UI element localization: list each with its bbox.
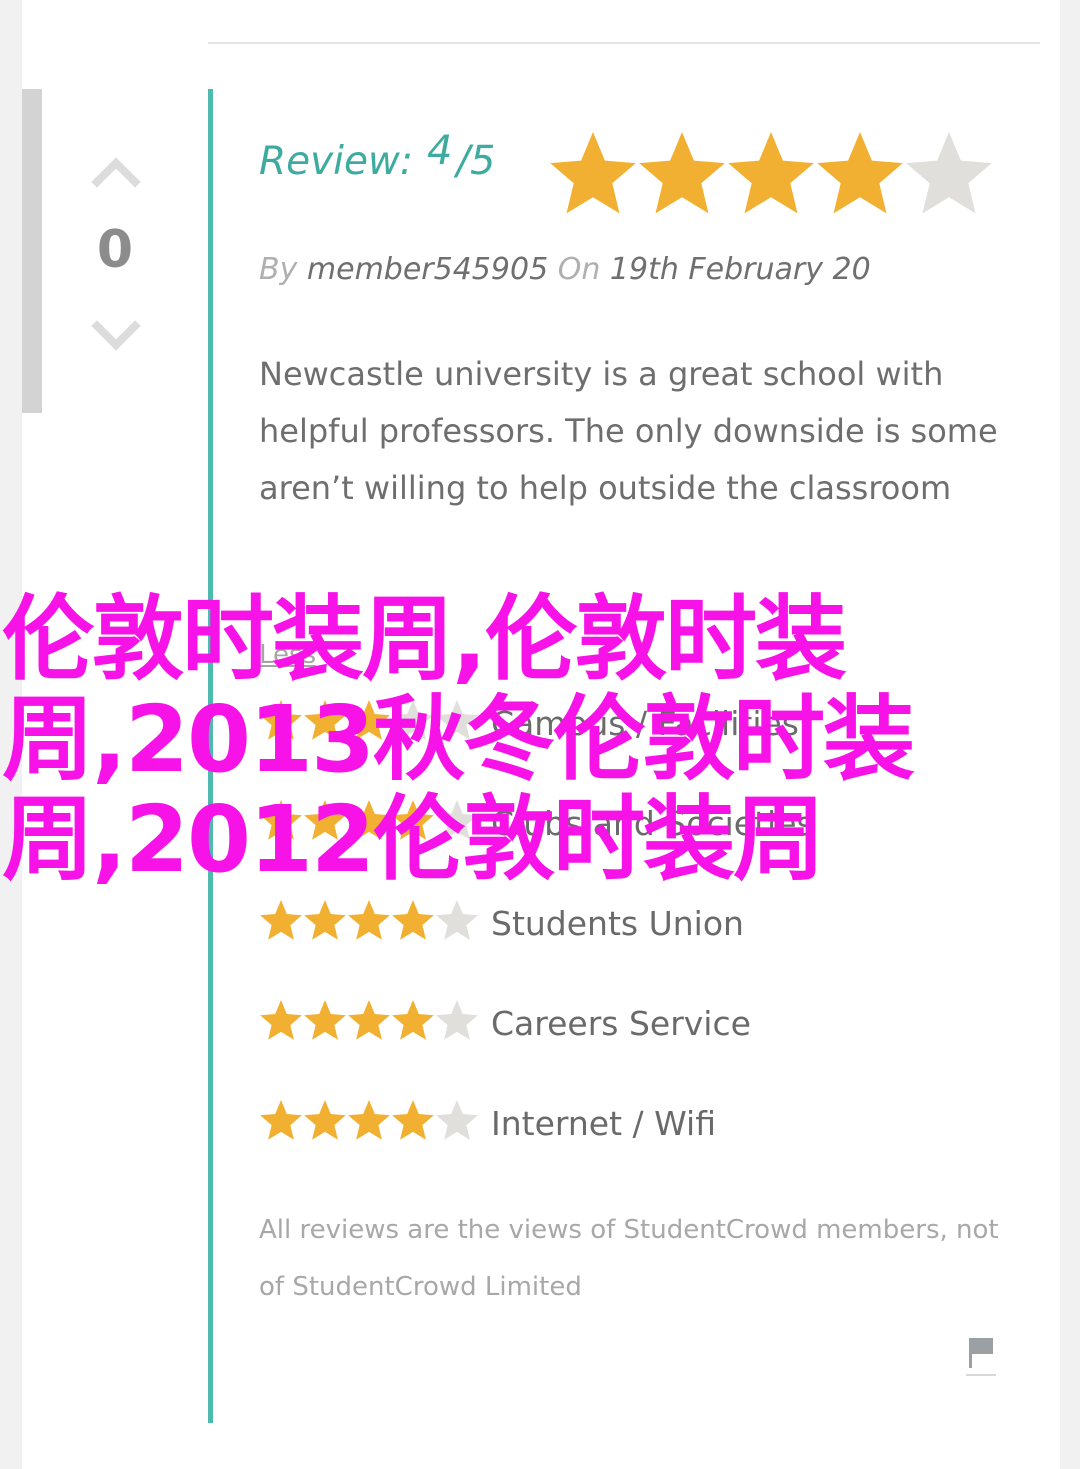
category-star-rating [260, 1100, 478, 1140]
star-filled-icon [392, 1000, 434, 1040]
star-filled-icon [392, 800, 434, 840]
category-label: Campus / Facilities [491, 704, 799, 743]
category-label: Students Union [491, 904, 744, 943]
star-filled-icon [639, 132, 725, 214]
category-label: Clubs and Societies [491, 804, 814, 843]
review-byline: By member545905 On 19th February 20 [259, 252, 871, 287]
star-empty-icon [436, 1000, 478, 1040]
category-star-rating [260, 800, 478, 840]
page: 0 Review: 4/5 By member545905 On 19th Feb… [0, 0, 1080, 1469]
review-body: Newcastle university is a great school w… [259, 355, 998, 507]
category-star-rating [260, 900, 478, 940]
star-empty-icon [906, 132, 992, 214]
category-label: Internet / Wifi [491, 1104, 716, 1143]
overall-star-rating [550, 132, 992, 214]
category-star-rating [260, 700, 478, 740]
disclaimer: All reviews are the views of StudentCrow… [259, 1215, 999, 1302]
review-slash: / [456, 138, 470, 184]
review-score: 4 [427, 128, 453, 174]
category-star-rating [260, 1000, 478, 1040]
star-filled-icon [348, 1000, 390, 1040]
star-filled-icon [348, 800, 390, 840]
star-filled-icon [348, 1100, 390, 1140]
divider [208, 42, 1040, 44]
star-empty-icon [436, 900, 478, 940]
review-date: 19th February 20 [609, 252, 871, 287]
star-filled-icon [260, 700, 302, 740]
star-filled-icon [260, 800, 302, 840]
star-filled-icon [304, 900, 346, 940]
star-empty-icon [392, 700, 434, 740]
star-filled-icon [348, 700, 390, 740]
star-filled-icon [728, 132, 814, 214]
star-filled-icon [304, 800, 346, 840]
vote-count: 0 [96, 220, 134, 280]
star-empty-icon [436, 700, 478, 740]
star-filled-icon [260, 1000, 302, 1040]
star-empty-icon [436, 1100, 478, 1140]
review-out-of: 5 [469, 138, 496, 184]
star-filled-icon [260, 1100, 302, 1140]
star-filled-icon [392, 900, 434, 940]
star-filled-icon [304, 700, 346, 740]
review-label: Review: [259, 139, 414, 184]
star-filled-icon [304, 1100, 346, 1140]
star-empty-icon [436, 800, 478, 840]
category-label: Careers Service [491, 1004, 751, 1043]
review-accent-line [208, 89, 213, 1423]
review-author: member545905 [306, 252, 549, 287]
on-label: On [557, 252, 601, 287]
star-filled-icon [817, 132, 903, 214]
star-filled-icon [392, 1100, 434, 1140]
downvote-chevron-icon[interactable] [91, 316, 141, 356]
flag-icon[interactable] [966, 1334, 996, 1378]
less-link[interactable]: Less [259, 640, 316, 670]
star-filled-icon [550, 132, 636, 214]
vote-sidebar-bar [22, 89, 42, 413]
by-label: By [259, 252, 298, 287]
star-filled-icon [304, 1000, 346, 1040]
star-filled-icon [260, 900, 302, 940]
upvote-chevron-icon[interactable] [91, 152, 141, 192]
review-score-heading: Review: 4/5 [259, 128, 496, 198]
star-filled-icon [348, 900, 390, 940]
